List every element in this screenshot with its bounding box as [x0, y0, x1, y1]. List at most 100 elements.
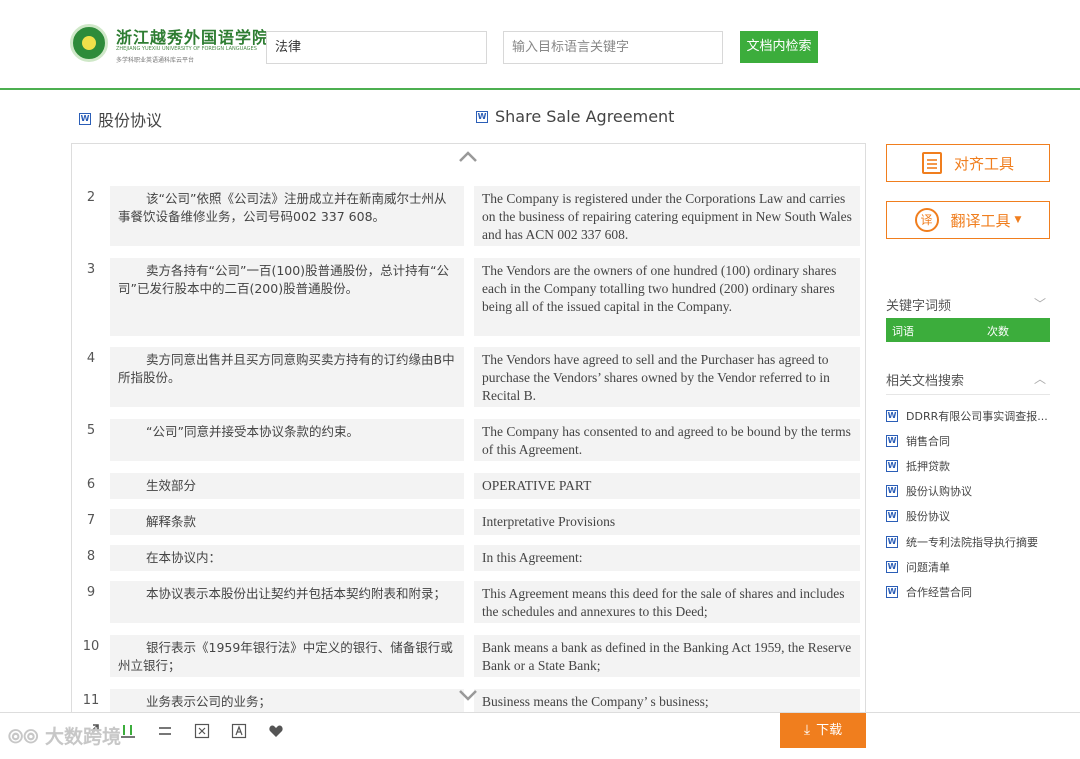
related-doc-title: 问题清单 [906, 560, 950, 574]
related-docs-title: 相关文档搜索 [886, 374, 965, 389]
target-sentence[interactable]: The Vendors have agreed to sell and the … [474, 347, 860, 407]
split-view-icon[interactable] [157, 723, 173, 739]
target-sentence[interactable]: The Company is registered under the Corp… [474, 186, 860, 246]
target-sentence[interactable]: The Company has consented to and agreed … [474, 419, 860, 461]
related-doc-title: 销售合同 [906, 434, 950, 448]
row-number: 11 [82, 693, 100, 708]
source-sentence[interactable]: 在本协议内： [110, 545, 464, 571]
scroll-down-icon[interactable] [458, 688, 478, 702]
related-docs-list: W DDRR有限公司事实调查报... W 销售合同 W 抵押贷款 W 股份认购协议 W股… [886, 403, 1056, 605]
aligned-text-panel[interactable]: 2 该“公司”依照《公司法》注册成立并在新南威尔士州从事餐饮设备维修业务，公司号… [71, 143, 866, 713]
target-sentence[interactable]: Interpretative Provisions [474, 509, 860, 535]
download-icon: ⤓ [803, 722, 811, 738]
target-sentence[interactable]: Bank means a bank as defined in the Bank… [474, 635, 860, 677]
kw-col-word: 词语 [892, 325, 914, 338]
logo-cn-text: 浙江越秀外国语学院 [116, 28, 270, 47]
related-doc-title: 股份协议 [906, 510, 950, 524]
align-rows-icon[interactable] [120, 723, 136, 739]
scroll-up-icon[interactable] [458, 150, 478, 164]
word-doc-icon: W [886, 585, 898, 598]
related-doc-title: 股份认购协议 [906, 485, 972, 499]
target-sentence[interactable]: Business means the Company’ s business; [474, 689, 860, 712]
document-icon [921, 152, 942, 174]
translate-tool-dropdown[interactable]: 译 翻译工具 ▼ [886, 201, 1050, 239]
logo-emblem-icon [70, 24, 108, 62]
font-size-icon[interactable] [231, 723, 247, 739]
chevron-down-icon[interactable]: ﹀ [1034, 295, 1046, 312]
logo-en-text: ZHEJIANG YUEXIU UNIVERSITY OF FOREIGN LA… [116, 46, 257, 52]
doc-title-en: W Share Sale Agreement [476, 107, 674, 126]
word-doc-icon: W [886, 535, 898, 548]
row-number: 10 [82, 639, 100, 654]
watermark-text: ⦾⦾ 大数跨境 [8, 726, 122, 748]
row-number: 3 [86, 262, 96, 277]
word-doc-icon: W [886, 510, 898, 523]
word-doc-icon: W [886, 560, 898, 573]
source-sentence[interactable]: 生效部分 [110, 473, 464, 499]
word-doc-icon: W [886, 434, 898, 447]
translate-icon: 译 [914, 208, 939, 232]
row-number: 4 [86, 351, 96, 366]
download-button[interactable]: ⤓ 下载 [780, 713, 866, 748]
target-sentence[interactable]: OPERATIVE PART [474, 473, 860, 499]
keyword-frequency-title: 关键字词频 [886, 299, 952, 314]
watermark-label: 大数跨境 [45, 726, 122, 748]
doc-title-cn-text: 股份协议 [98, 111, 163, 130]
search-in-doc-button[interactable]: 文档内检索 [740, 31, 818, 63]
align-tool-button[interactable]: 对齐工具 [886, 144, 1050, 182]
target-sentence[interactable]: In this Agreement: [474, 545, 860, 571]
related-doc-link[interactable]: W 合作经营合同 [886, 579, 1056, 604]
source-sentence[interactable]: 卖方同意出售并且买方同意购买卖方持有的订约缘由B中所指股份。 [110, 347, 464, 407]
header: 浙江越秀外国语学院 ZHEJIANG YUEXIU UNIVERSITY OF … [0, 0, 1080, 90]
target-sentence[interactable]: The Vendors are the owners of one hundre… [474, 258, 860, 336]
source-sentence[interactable]: 本协议表示本股份出让契约并包括本契约附表和附录； [110, 581, 464, 623]
related-doc-link[interactable]: W 问题清单 [886, 554, 1056, 579]
caret-down-icon: ▼ [1014, 215, 1022, 225]
related-doc-link[interactable]: W 股份认购协议 [886, 479, 1056, 504]
source-sentence[interactable]: 业务表示公司的业务； [110, 689, 464, 712]
keyword-table-header: 词语 次数 [886, 318, 1050, 342]
row-number: 2 [86, 190, 96, 205]
related-doc-link[interactable]: W 股份协议 [886, 504, 1056, 529]
related-doc-title: 合作经营合同 [906, 585, 972, 599]
translate-tool-label: 翻译工具 [950, 211, 1011, 230]
university-logo[interactable]: 浙江越秀外国语学院 ZHEJIANG YUEXIU UNIVERSITY OF … [70, 22, 268, 68]
word-doc-icon: W [886, 409, 898, 422]
source-sentence[interactable]: 卖方各持有“公司”一百(100)股普通股份，总计持有“公司”已发行股本中的二百(… [110, 258, 464, 336]
related-doc-link[interactable]: W DDRR有限公司事实调查报... [886, 403, 1056, 428]
target-keyword-input[interactable]: 输入目标语言关键字 [503, 31, 723, 64]
bottom-toolbar: ⤓ 下载 [0, 712, 1080, 748]
row-number: 8 [86, 549, 96, 564]
word-doc-icon: W [79, 113, 91, 125]
source-sentence[interactable]: 银行表示《1959年银行法》中定义的银行、储备银行或州立银行； [110, 635, 464, 677]
word-doc-icon: W [476, 110, 488, 123]
word-doc-icon: W [886, 459, 898, 472]
related-doc-title: DDRR有限公司事实调查报... [906, 409, 1048, 423]
target-sentence[interactable]: This Agreement means this deed for the s… [474, 581, 860, 623]
row-number: 7 [86, 513, 96, 528]
related-doc-link[interactable]: W 抵押贷款 [886, 453, 1056, 478]
source-text-icon[interactable] [194, 723, 210, 739]
related-docs-header[interactable]: 相关文档搜索 ︿ [886, 370, 1050, 395]
row-number: 5 [86, 423, 96, 438]
doc-title-en-text: Share Sale Agreement [495, 107, 675, 126]
source-sentence[interactable]: 解释条款 [110, 509, 464, 535]
related-doc-title: 统一专利法院指导执行摘要 [906, 535, 1038, 549]
keyword-frequency-header[interactable]: 关键字词频 ﹀ [886, 295, 1050, 320]
source-sentence[interactable]: “公司”同意并接受本协议条款的约束。 [110, 419, 464, 461]
search-input[interactable]: 法律 [266, 31, 487, 64]
favorite-heart-icon[interactable] [268, 723, 284, 739]
related-doc-link[interactable]: W 销售合同 [886, 428, 1056, 453]
doc-title-cn: W 股份协议 [79, 107, 162, 131]
download-label: 下载 [816, 723, 843, 738]
row-number: 9 [86, 585, 96, 600]
logo-subtitle: 多学科职业英语通科库云平台 [116, 57, 195, 64]
align-tool-label: 对齐工具 [953, 154, 1014, 173]
kw-col-count: 次数 [987, 325, 1009, 338]
word-doc-icon: W [886, 485, 898, 498]
source-sentence[interactable]: 该“公司”依照《公司法》注册成立并在新南威尔士州从事餐饮设备维修业务，公司号码0… [110, 186, 464, 246]
row-number: 6 [86, 477, 96, 492]
chevron-up-icon[interactable]: ︿ [1034, 370, 1046, 387]
related-doc-title: 抵押贷款 [906, 459, 950, 473]
related-doc-link[interactable]: W 统一专利法院指导执行摘要 [886, 529, 1056, 554]
